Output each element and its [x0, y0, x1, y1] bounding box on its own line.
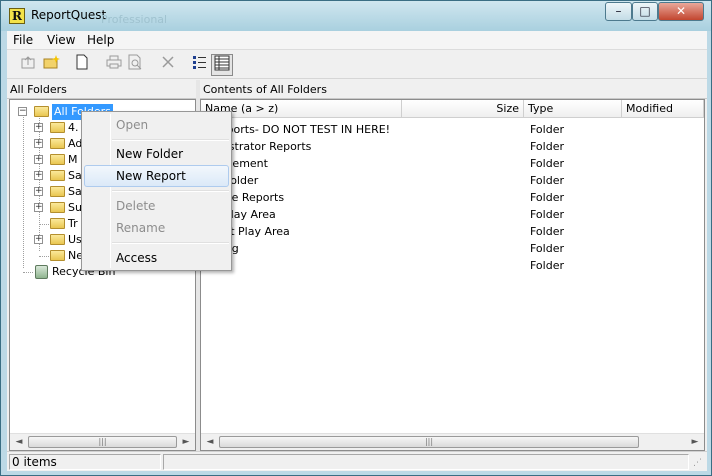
status-item-count: 0 items [9, 454, 161, 470]
minimize-button[interactable]: – [605, 2, 632, 21]
folder-icon [50, 154, 65, 165]
list-item-type: Folder [530, 242, 564, 255]
list-item-type: Folder [530, 157, 564, 170]
scroll-left-arrow-icon[interactable]: ◄ [11, 434, 27, 450]
column-header-size[interactable]: Size [402, 100, 524, 118]
print-icon[interactable] [103, 54, 125, 76]
list-item-type: Folder [530, 140, 564, 153]
menu-bar: File View Help [7, 31, 707, 50]
context-new-folder[interactable]: New Folder [84, 143, 229, 165]
context-open[interactable]: Open [84, 114, 229, 136]
folder-icon [50, 170, 65, 181]
folder-icon [50, 122, 65, 133]
column-header-type[interactable]: Type [524, 100, 622, 118]
list-item[interactable]: ministrator Reports Folder [201, 138, 704, 155]
up-folder-icon[interactable] [17, 54, 39, 76]
context-delete[interactable]: Delete [84, 195, 229, 217]
list-item-type: Folder [530, 259, 564, 272]
expand-icon[interactable]: + [34, 203, 43, 212]
menu-file[interactable]: File [13, 33, 33, 47]
folder-icon [50, 218, 65, 229]
folder-icon [50, 202, 65, 213]
folder-icon [50, 234, 65, 245]
tree-line [23, 272, 33, 273]
tree-item-label: Su [68, 201, 82, 214]
list-item[interactable]: aining Folder [201, 240, 704, 257]
menu-view[interactable]: View [47, 33, 75, 47]
tree-line [39, 256, 49, 257]
list-item[interactable]: ew Folder Folder [201, 172, 704, 189]
expand-icon[interactable]: + [34, 187, 43, 196]
context-separator [112, 242, 229, 244]
tree-item-label: 4. [68, 121, 79, 134]
folder-open-icon [34, 106, 49, 117]
list-item-type: Folder [530, 123, 564, 136]
expand-icon[interactable]: + [34, 155, 43, 164]
scroll-right-arrow-icon[interactable]: ► [178, 434, 194, 450]
status-bar: 0 items ⋰ [7, 451, 707, 471]
tree-item-label: M [68, 153, 78, 166]
list-item[interactable]: anagement Folder [201, 155, 704, 172]
scroll-left-arrow-icon[interactable]: ◄ [202, 434, 218, 450]
toolbar [7, 51, 707, 79]
list-item[interactable]: 3 reports- DO NOT TEST IN HERE! Folder [201, 121, 704, 138]
app-window: R ReportQuest Professional – □ ✕ File Vi… [0, 0, 712, 476]
tree-item-label: Sa [68, 169, 82, 182]
tree-item-label: Sa [68, 185, 82, 198]
resize-grip-icon[interactable]: ⋰ [693, 458, 705, 470]
tree-line [39, 224, 49, 225]
list-item[interactable]: leable Reports Folder [201, 189, 704, 206]
folder-icon [50, 186, 65, 197]
list-item-type: Folder [530, 191, 564, 204]
left-hscrollbar[interactable]: ◄ ||| ► [10, 433, 195, 450]
delete-icon[interactable] [157, 54, 179, 76]
maximize-button[interactable]: □ [632, 2, 658, 21]
context-menu-gutter [110, 114, 111, 268]
menu-help[interactable]: Help [87, 33, 114, 47]
print-preview-icon[interactable] [125, 54, 147, 76]
folder-icon [50, 138, 65, 149]
list-view-icon[interactable] [189, 54, 211, 76]
expand-icon[interactable]: + [34, 123, 43, 132]
expand-icon[interactable]: + [34, 171, 43, 180]
title-bar[interactable]: R ReportQuest Professional – □ ✕ [1, 1, 711, 31]
context-new-report[interactable]: New Report [84, 165, 229, 187]
context-separator [112, 190, 229, 192]
details-view-icon[interactable] [211, 54, 233, 76]
list-item-type: Folder [530, 174, 564, 187]
expand-icon[interactable]: + [34, 235, 43, 244]
column-header-modified[interactable]: Modified [622, 100, 704, 118]
expand-icon[interactable]: + [34, 139, 43, 148]
scroll-thumb[interactable]: ||| [219, 436, 639, 448]
list-item[interactable]: les Play Area Folder [201, 206, 704, 223]
status-panel [163, 454, 689, 470]
tree-line [23, 112, 24, 268]
context-separator [112, 139, 229, 141]
window-title: ReportQuest [31, 8, 107, 22]
list-item-type: Folder [530, 225, 564, 238]
contents-list[interactable]: Name (a > z) Size Type Modified 3 report… [200, 99, 705, 451]
context-rename[interactable]: Rename [84, 217, 229, 239]
list-item-type: Folder [530, 208, 564, 221]
folder-icon [50, 250, 65, 261]
context-access[interactable]: Access [84, 247, 229, 269]
app-icon: R [9, 8, 25, 24]
list-item-name: 3 reports- DO NOT TEST IN HERE! [205, 123, 391, 136]
tree-item-label: Tr [68, 217, 78, 230]
left-pane-header: All Folders [7, 80, 196, 99]
scroll-right-arrow-icon[interactable]: ► [687, 434, 703, 450]
context-menu: Open New Folder New Report Delete Rename… [81, 111, 232, 271]
collapse-icon[interactable]: − [18, 107, 27, 116]
window-title-ghost: Professional [101, 13, 168, 26]
list-item[interactable]: pport Play Area Folder [201, 223, 704, 240]
new-folder-icon[interactable] [41, 54, 63, 76]
list-item[interactable]: ers Folder [201, 257, 704, 274]
close-button[interactable]: ✕ [658, 2, 704, 21]
right-hscrollbar[interactable]: ◄ ||| ► [201, 433, 704, 450]
new-document-icon[interactable] [71, 54, 93, 76]
scroll-thumb[interactable]: ||| [28, 436, 177, 448]
recycle-bin-icon [35, 265, 48, 279]
right-pane-header: Contents of All Folders [200, 80, 707, 99]
tree-item-label: Us [68, 233, 82, 246]
